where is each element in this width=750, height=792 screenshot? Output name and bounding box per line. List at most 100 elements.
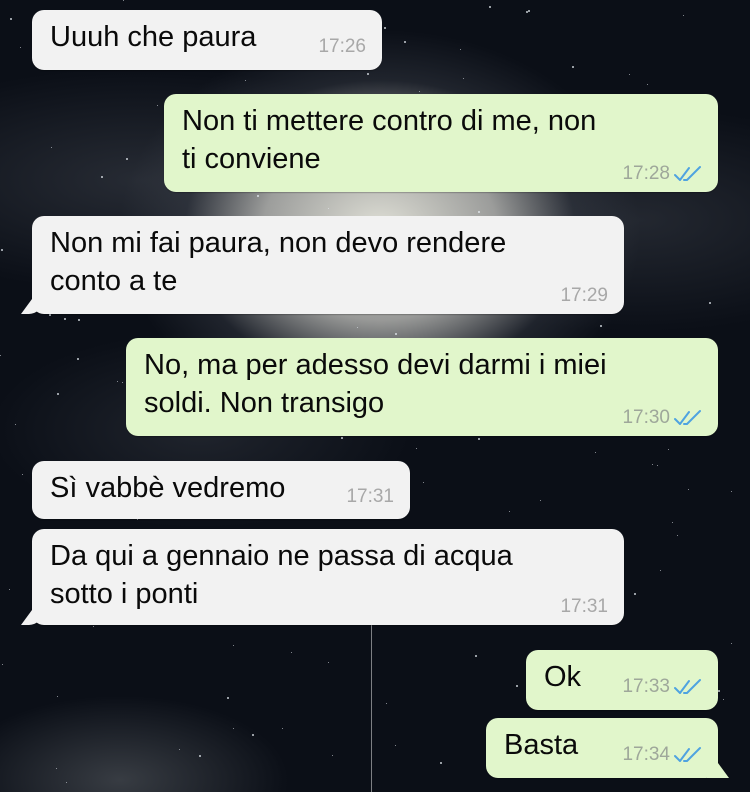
message-meta: 17:26 xyxy=(318,36,366,58)
wallpaper-star xyxy=(652,464,653,465)
wallpaper-star xyxy=(1,249,3,251)
wallpaper-star xyxy=(179,749,180,750)
wallpaper-star xyxy=(475,655,477,657)
message-text: Da qui a gennaio ne passa di acqua sotto… xyxy=(50,540,513,610)
message-meta: 17:28 xyxy=(622,163,702,185)
wallpaper-star xyxy=(10,18,12,20)
message-meta: 17:31 xyxy=(560,596,608,618)
message-text: Non mi fai paura, non devo rendere conto… xyxy=(50,227,507,297)
wallpaper-star xyxy=(463,78,464,79)
wallpaper-star xyxy=(600,325,602,327)
wallpaper-star xyxy=(15,424,16,425)
wallpaper-star xyxy=(384,27,386,29)
message-time: 17:29 xyxy=(560,285,608,306)
message-meta: 17:29 xyxy=(560,285,608,307)
wallpaper-star xyxy=(328,208,329,209)
message-outgoing[interactable]: No, ma per adesso devi darmi i miei sold… xyxy=(126,338,718,436)
message-outgoing[interactable]: Basta 17:34 xyxy=(486,718,718,778)
wallpaper-star xyxy=(460,49,461,50)
message-meta: 17:31 xyxy=(346,486,394,508)
wallpaper-kite-string xyxy=(371,600,372,792)
message-meta: 17:30 xyxy=(622,407,702,429)
wallpaper-star xyxy=(395,333,397,335)
wallpaper-star xyxy=(572,66,574,68)
wallpaper-star xyxy=(723,699,724,700)
wallpaper-star xyxy=(93,626,94,627)
message-time: 17:31 xyxy=(560,596,608,617)
wallpaper-star xyxy=(516,685,518,687)
message-meta: 17:33 xyxy=(622,676,702,698)
wallpaper-star xyxy=(233,728,234,729)
wallpaper-star xyxy=(245,80,246,81)
wallpaper-star xyxy=(731,491,732,492)
wallpaper-star xyxy=(199,755,201,757)
wallpaper-star xyxy=(233,645,234,646)
message-text: Sì vabbè vedremo xyxy=(50,472,286,504)
wallpaper-star xyxy=(634,593,636,595)
wallpaper-star xyxy=(367,73,369,75)
wallpaper-star xyxy=(137,519,138,520)
message-time: 17:34 xyxy=(622,744,670,765)
wallpaper-star xyxy=(489,6,491,8)
wallpaper-star xyxy=(660,570,661,571)
wallpaper-star xyxy=(629,74,630,75)
message-time: 17:30 xyxy=(622,407,670,428)
wallpaper-star xyxy=(423,482,424,483)
message-time: 17:31 xyxy=(346,486,394,507)
double-check-icon xyxy=(674,166,701,181)
wallpaper-star xyxy=(252,734,254,736)
message-time: 17:26 xyxy=(318,36,366,57)
wallpaper-star xyxy=(683,15,684,16)
wallpaper-star xyxy=(709,302,711,304)
wallpaper-star xyxy=(9,589,10,590)
wallpaper-star xyxy=(647,84,648,85)
double-check-icon xyxy=(674,747,701,762)
wallpaper-star xyxy=(122,382,123,383)
wallpaper-star xyxy=(416,448,417,449)
wallpaper-star xyxy=(22,474,23,475)
wallpaper-star xyxy=(657,465,658,466)
message-text: No, ma per adesso devi darmi i miei sold… xyxy=(144,349,607,419)
wallpaper-star xyxy=(0,355,1,356)
message-incoming[interactable]: Uuuh che paura 17:26 xyxy=(32,10,382,70)
wallpaper-star xyxy=(395,745,396,746)
wallpaper-star xyxy=(478,438,480,440)
wallpaper-star xyxy=(509,511,510,512)
wallpaper-star xyxy=(332,755,333,756)
wallpaper-star xyxy=(328,662,329,663)
message-outgoing[interactable]: Ok 17:33 xyxy=(526,650,718,710)
wallpaper-star xyxy=(157,105,158,106)
wallpaper-star xyxy=(595,452,596,453)
wallpaper-star xyxy=(56,768,57,769)
wallpaper-star xyxy=(540,500,541,501)
wallpaper-star xyxy=(526,11,528,13)
wallpaper-star xyxy=(291,652,292,653)
wallpaper-star xyxy=(357,327,358,328)
message-time: 17:28 xyxy=(622,163,670,184)
message-incoming[interactable]: Non mi fai paura, non devo rendere conto… xyxy=(32,216,624,314)
wallpaper-star xyxy=(126,158,128,160)
wallpaper-star xyxy=(731,643,732,644)
wallpaper-star xyxy=(77,358,79,360)
message-time: 17:33 xyxy=(622,676,670,697)
wallpaper-star xyxy=(227,697,229,699)
wallpaper-star xyxy=(51,147,52,148)
message-outgoing[interactable]: Non ti mettere contro di me, non ti conv… xyxy=(164,94,718,192)
wallpaper-star xyxy=(419,91,420,92)
wallpaper-star xyxy=(677,535,678,536)
wallpaper-star xyxy=(66,782,67,783)
double-check-icon xyxy=(674,410,701,425)
wallpaper-star xyxy=(386,703,387,704)
wallpaper-star xyxy=(2,664,3,665)
wallpaper-star xyxy=(123,0,124,1)
wallpaper-star xyxy=(668,449,669,450)
message-incoming[interactable]: Da qui a gennaio ne passa di acqua sotto… xyxy=(32,529,624,625)
wallpaper-star xyxy=(64,318,66,320)
wallpaper-star xyxy=(478,211,480,213)
message-incoming[interactable]: Sì vabbè vedremo 17:31 xyxy=(32,461,410,519)
wallpaper-star xyxy=(404,41,406,43)
message-text: Uuuh che paura xyxy=(50,21,257,53)
wallpaper-star xyxy=(688,489,689,490)
wallpaper-star xyxy=(282,728,283,729)
wallpaper-star xyxy=(49,314,51,316)
